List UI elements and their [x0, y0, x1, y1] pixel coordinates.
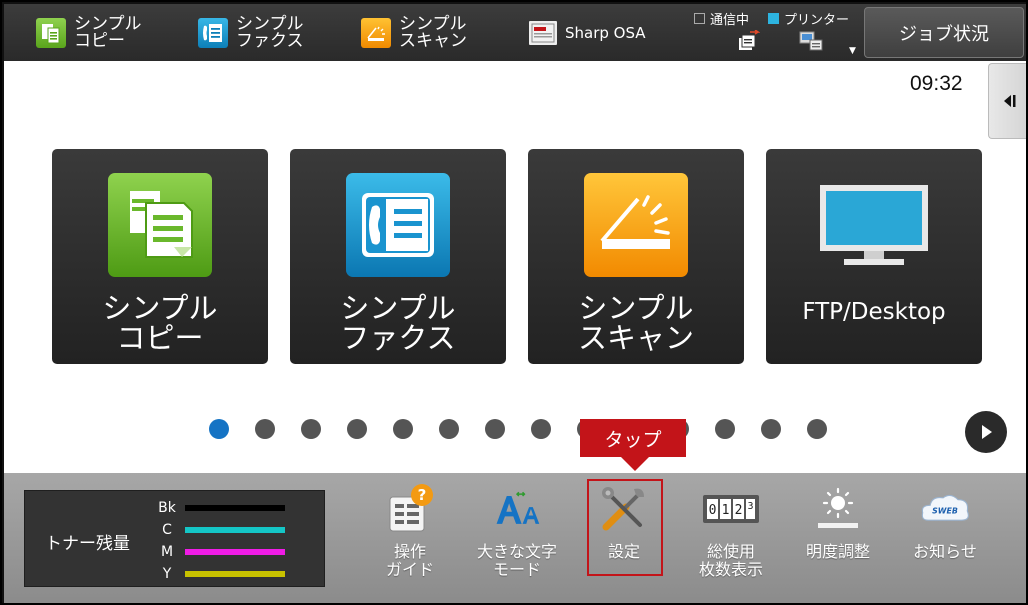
- play-arrow-icon: [982, 425, 992, 439]
- side-panel-toggle[interactable]: [988, 63, 1026, 139]
- counter-digit: 1: [722, 503, 730, 518]
- next-page-button[interactable]: [965, 411, 1007, 453]
- operation-guide-button[interactable]: ? 操作 ガイド: [358, 481, 462, 589]
- printer-icon: [798, 30, 824, 56]
- bottom-bar: トナー残量 Bk C M Y ? 操作 ガイド 大きな文字 モード 設定 0 1…: [4, 473, 1026, 603]
- shortcut-label: シンプル ファクス: [236, 14, 304, 51]
- shortcut-simple-scan[interactable]: シンプル スキャン: [361, 10, 467, 56]
- tap-callout: タップ: [580, 419, 686, 457]
- toner-level-panel[interactable]: トナー残量 Bk C M Y: [24, 490, 325, 587]
- counter-icon: 0123: [701, 483, 761, 535]
- status-checkbox-icon: [694, 13, 705, 24]
- brightness-icon: [812, 483, 864, 535]
- tile-simple-scan[interactable]: シンプル スキャン: [528, 149, 744, 364]
- large-text-mode-button[interactable]: 大きな文字 モード: [465, 481, 569, 589]
- scan-icon: [361, 18, 391, 48]
- large-text-icon: [491, 483, 543, 535]
- osa-icon: [529, 21, 557, 45]
- tile-label: シンプル コピー: [102, 291, 218, 355]
- shortcut-label: Sharp OSA: [565, 23, 646, 42]
- toner-row-y: Y: [151, 565, 285, 583]
- toner-title: トナー残量: [45, 534, 130, 554]
- copy-icon: [108, 173, 212, 277]
- shortcut-sharp-osa[interactable]: Sharp OSA: [529, 10, 646, 56]
- toner-label: C: [162, 522, 172, 538]
- news-icon: SWEB: [919, 483, 971, 535]
- svg-text:?: ?: [418, 486, 427, 504]
- shortcut-label: シンプル コピー: [74, 14, 142, 51]
- guide-icon: ?: [384, 483, 436, 535]
- send-documents-icon: [736, 29, 761, 56]
- toner-bar: [185, 571, 285, 577]
- toner-row-m: M: [151, 543, 285, 561]
- chevron-down-icon[interactable]: ▼: [849, 46, 856, 56]
- scan-icon: [584, 173, 688, 277]
- page-dot[interactable]: [439, 419, 459, 439]
- page-dot[interactable]: [531, 419, 551, 439]
- tile-simple-fax[interactable]: シンプル ファクス: [290, 149, 506, 364]
- counter-digit: 2: [735, 503, 743, 518]
- communicating-label: 通信中: [710, 13, 750, 28]
- toner-label: Y: [162, 566, 172, 582]
- tile-ftp-desktop[interactable]: FTP/Desktop: [766, 149, 982, 364]
- news-label: お知らせ: [913, 542, 977, 561]
- monitor-icon: [816, 181, 932, 271]
- brightness-button[interactable]: 明度調整: [786, 481, 890, 589]
- copy-icon: [36, 18, 66, 48]
- toner-bar: [185, 527, 285, 533]
- large-text-label: 大きな文字 モード: [476, 542, 557, 579]
- job-status-button[interactable]: ジョブ状況: [864, 7, 1024, 58]
- shortcut-label: シンプル スキャン: [399, 14, 467, 51]
- callout-pointer: [621, 457, 649, 471]
- clock: 09:32: [910, 72, 963, 95]
- toner-label: Bk: [158, 500, 176, 516]
- page-dot[interactable]: [807, 419, 827, 439]
- total-count-label: 総使用 枚数表示: [698, 542, 763, 579]
- counter-digit: 3: [747, 501, 753, 512]
- tile-simple-copy[interactable]: シンプル コピー: [52, 149, 268, 364]
- notifications-button[interactable]: SWEB お知らせ: [893, 481, 997, 589]
- toner-bar: [185, 505, 285, 511]
- tile-label: シンプル ファクス: [340, 291, 456, 355]
- page-dot[interactable]: [347, 419, 367, 439]
- total-count-button[interactable]: 0123 総使用 枚数表示: [679, 481, 783, 589]
- toner-label: M: [160, 544, 174, 560]
- shortcut-simple-fax[interactable]: シンプル ファクス: [198, 10, 304, 56]
- home-screen: 09:32 シンプル コピー シンプル ファクス シンプル スキャン FTP/D…: [4, 61, 1026, 473]
- news-badge: SWEB: [932, 507, 958, 516]
- page-dot[interactable]: [209, 419, 229, 439]
- page-dot[interactable]: [301, 419, 321, 439]
- page-dot[interactable]: [715, 419, 735, 439]
- tile-label: FTP/Desktop: [802, 299, 946, 325]
- brightness-label: 明度調整: [805, 542, 870, 561]
- settings-highlight-frame: [587, 479, 663, 576]
- fax-icon: [346, 173, 450, 277]
- shortcut-simple-copy[interactable]: シンプル コピー: [36, 10, 142, 56]
- toner-row-bk: Bk: [151, 499, 285, 517]
- device-status-area: 通信中 プリンター ▼: [692, 8, 862, 60]
- toner-row-c: C: [151, 521, 285, 539]
- toner-bar: [185, 549, 285, 555]
- counter-digit: 0: [709, 503, 717, 518]
- page-dot[interactable]: [485, 419, 505, 439]
- tile-label: シンプル スキャン: [577, 291, 694, 355]
- page-dot[interactable]: [761, 419, 781, 439]
- top-bar: シンプル コピー シンプル ファクス シンプル スキャン Sharp OSA 通…: [4, 4, 1026, 61]
- guide-label: 操作 ガイド: [385, 542, 434, 579]
- printer-label: プリンター: [784, 13, 850, 28]
- communicating-indicator: 通信中: [694, 9, 749, 28]
- printer-indicator: プリンター: [768, 9, 849, 28]
- collapse-left-icon: [1003, 95, 1015, 107]
- fax-icon: [198, 18, 228, 48]
- page-dot[interactable]: [393, 419, 413, 439]
- device-screen: シンプル コピー シンプル ファクス シンプル スキャン Sharp OSA 通…: [0, 0, 1028, 605]
- page-dot[interactable]: [255, 419, 275, 439]
- printer-status-icon: [768, 13, 779, 24]
